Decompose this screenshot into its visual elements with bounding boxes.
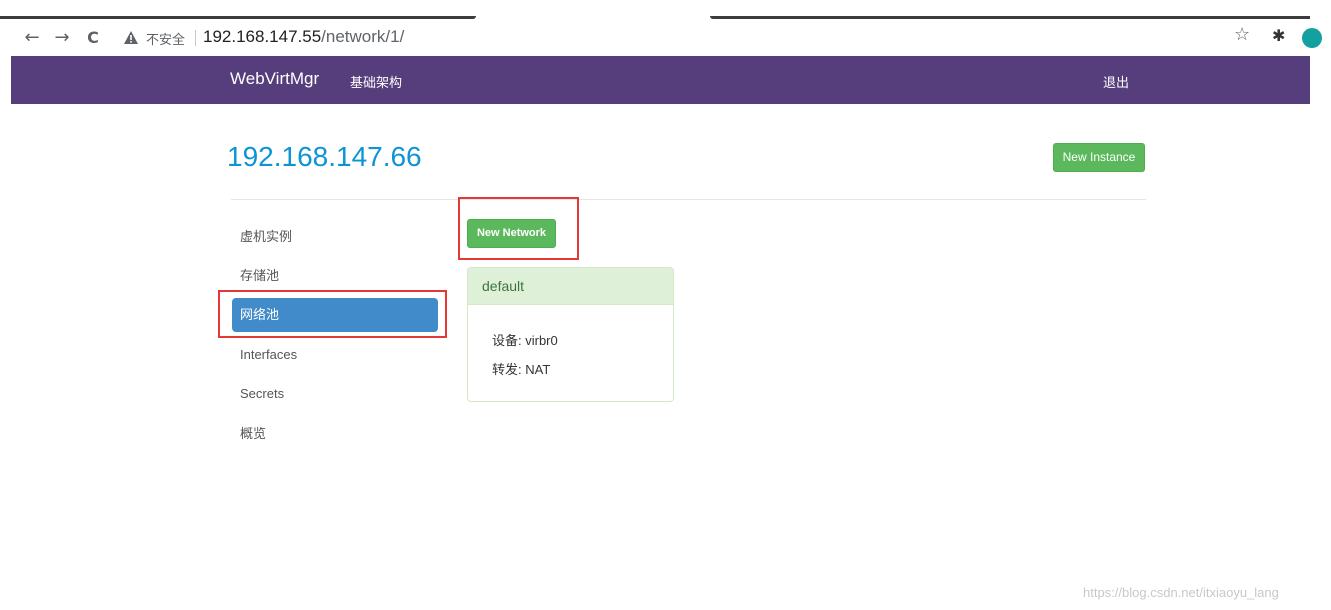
extensions-icon[interactable]: ✱ <box>1272 26 1285 45</box>
network-name[interactable]: default <box>482 278 524 294</box>
browser-tab-strip <box>0 0 1331 22</box>
network-card-header: default <box>468 268 673 305</box>
insecure-label[interactable]: 不安全 <box>146 29 185 48</box>
url-text[interactable]: 192.168.147.55/network/1/ <box>203 27 404 47</box>
nav-infrastructure-link[interactable]: 基础架构 <box>350 72 402 91</box>
reload-icon[interactable]: C <box>81 26 105 50</box>
network-device: 设备: virbr0 <box>492 333 558 348</box>
highlight-box-sidebar <box>218 290 447 338</box>
warning-icon[interactable] <box>123 30 139 46</box>
bookmark-star-icon[interactable]: ☆ <box>1234 24 1250 45</box>
back-icon[interactable]: ← <box>20 26 44 50</box>
tab-edge <box>710 16 1310 19</box>
url-path: /network/1/ <box>321 27 405 46</box>
highlight-box-new-network <box>458 197 579 260</box>
sidebar-item-instances[interactable]: 虚机实例 <box>232 220 438 254</box>
address-bar[interactable]: 不安全 192.168.147.55/network/1/ <box>113 25 1308 52</box>
browser-toolbar: ← → C 不安全 192.168.147.55/network/1/ ☆ ✱ <box>0 22 1331 55</box>
forward-icon[interactable]: → <box>50 26 74 50</box>
tab-edge <box>0 16 476 19</box>
url-host: 192.168.147.55 <box>203 27 322 46</box>
new-instance-button[interactable]: New Instance <box>1053 143 1145 172</box>
sidebar-item-secrets[interactable]: Secrets <box>232 377 438 411</box>
network-card[interactable]: default 设备: virbr0 转发: NAT <box>467 267 674 402</box>
separator <box>195 30 196 46</box>
sidebar-item-overview[interactable]: 概览 <box>232 417 438 451</box>
sidebar-item-interfaces[interactable]: Interfaces <box>232 338 438 372</box>
profile-avatar[interactable] <box>1302 28 1322 48</box>
network-forward-mode: 转发: NAT <box>492 362 551 377</box>
page-title: 192.168.147.66 <box>227 141 422 172</box>
sidebar-item-storage[interactable]: 存储池 <box>232 259 438 293</box>
brand-logo[interactable]: WebVirtMgr <box>230 69 319 89</box>
watermark: https://blog.csdn.net/itxiaoyu_lang <box>1083 585 1279 600</box>
logout-link[interactable]: 退出 <box>1103 72 1129 91</box>
app-navbar: WebVirtMgr 基础架构 退出 <box>11 56 1310 104</box>
header-divider <box>231 199 1146 200</box>
